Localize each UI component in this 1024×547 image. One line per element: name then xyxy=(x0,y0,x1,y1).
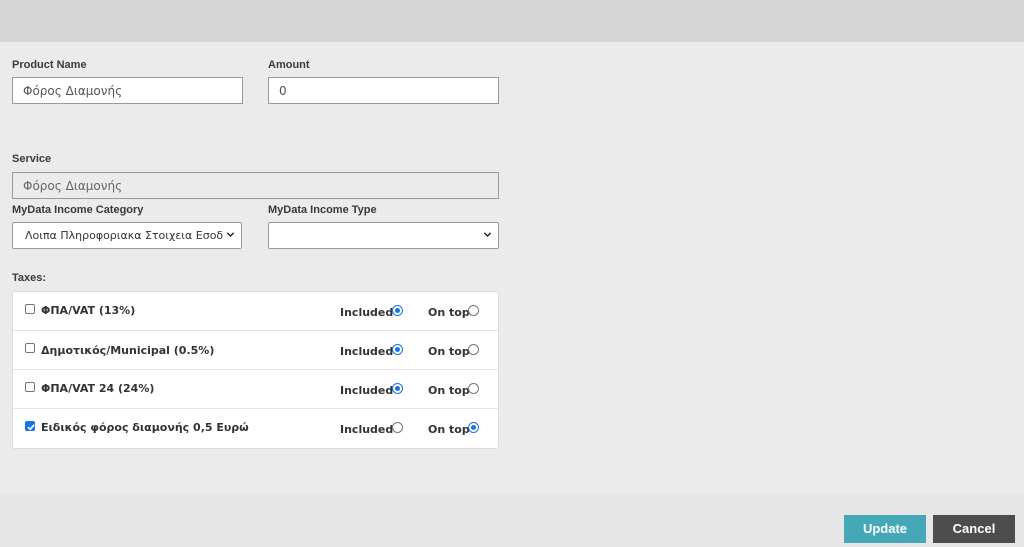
income-category-label: MyData Income Category xyxy=(12,204,144,216)
amount-label: Amount xyxy=(268,59,310,71)
tax-name: Δημοτικός/Municipal (0.5%) xyxy=(41,344,215,357)
ontop-radio[interactable] xyxy=(468,344,479,355)
tax-checkbox[interactable] xyxy=(25,382,35,392)
ontop-label: On top xyxy=(428,306,470,319)
cancel-button[interactable]: Cancel xyxy=(933,515,1015,543)
taxes-list: ΦΠΑ/VAT (13%) Included On top Δημοτικός/… xyxy=(12,291,499,449)
chevron-down-icon xyxy=(226,232,235,238)
income-category-value: Λοιπα Πληροφοριακα Στοιχεια Εσοδ xyxy=(25,229,224,242)
included-radio[interactable] xyxy=(392,344,403,355)
product-name-label: Product Name xyxy=(12,59,87,71)
tax-checkbox[interactable] xyxy=(25,421,35,431)
service-label: Service xyxy=(12,153,52,165)
income-category-select[interactable]: Λοιπα Πληροφοριακα Στοιχεια Εσοδ xyxy=(12,222,242,249)
included-label: Included xyxy=(340,345,394,358)
included-label: Included xyxy=(340,384,394,397)
tax-name: Ειδικός φόρος διαμονής 0,5 Ευρώ xyxy=(41,421,249,434)
tax-row: Ειδικός φόρος διαμονής 0,5 Ευρώ Included… xyxy=(13,409,498,448)
tax-name: ΦΠΑ/VAT (13%) xyxy=(41,304,136,317)
ontop-label: On top xyxy=(428,345,470,358)
included-label: Included xyxy=(340,423,394,436)
income-type-label: MyData Income Type xyxy=(268,204,377,216)
tax-row: Δημοτικός/Municipal (0.5%) Included On t… xyxy=(13,331,498,370)
tax-row: ΦΠΑ/VAT (13%) Included On top xyxy=(13,292,498,331)
amount-input[interactable] xyxy=(268,77,499,104)
check-icon xyxy=(27,424,35,431)
taxes-label: Taxes: xyxy=(12,272,47,284)
tax-name: ΦΠΑ/VAT 24 (24%) xyxy=(41,382,155,395)
included-radio[interactable] xyxy=(392,383,403,394)
product-name-input[interactable] xyxy=(12,77,243,104)
tax-checkbox[interactable] xyxy=(25,304,35,314)
income-type-select[interactable] xyxy=(268,222,499,249)
included-label: Included xyxy=(340,306,394,319)
ontop-radio[interactable] xyxy=(468,305,479,316)
update-button[interactable]: Update xyxy=(844,515,926,543)
ontop-label: On top xyxy=(428,384,470,397)
ontop-label: On top xyxy=(428,423,470,436)
tax-row: ΦΠΑ/VAT 24 (24%) Included On top xyxy=(13,370,498,409)
modal-header-bar xyxy=(0,0,1024,42)
ontop-radio[interactable] xyxy=(468,422,479,433)
chevron-down-icon xyxy=(483,232,492,238)
service-input[interactable] xyxy=(12,172,499,199)
included-radio[interactable] xyxy=(392,422,403,433)
ontop-radio[interactable] xyxy=(468,383,479,394)
tax-checkbox[interactable] xyxy=(25,343,35,353)
included-radio[interactable] xyxy=(392,305,403,316)
